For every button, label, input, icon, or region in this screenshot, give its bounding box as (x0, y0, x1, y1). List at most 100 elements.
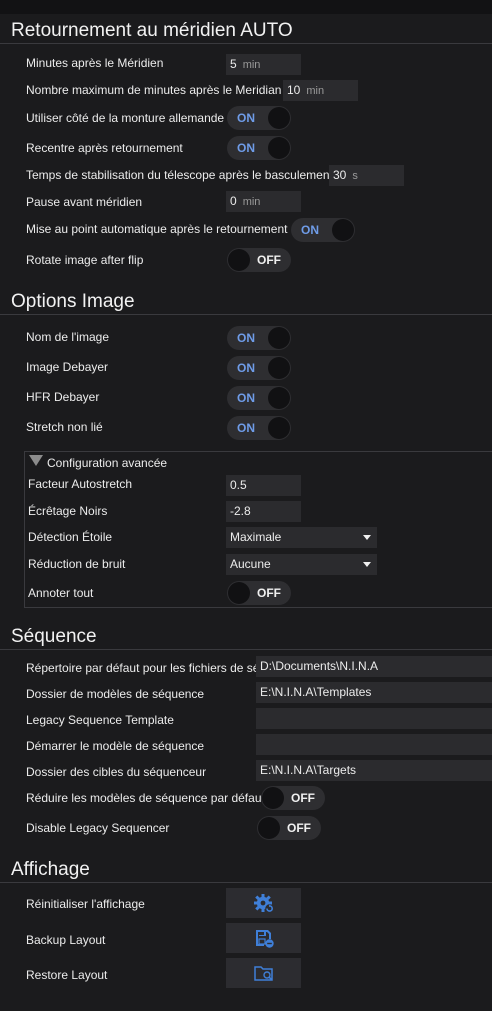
advanced-config-toggle[interactable]: Configuration avancée (47, 456, 167, 470)
pause-value: 0 (230, 194, 237, 208)
settle-input[interactable]: 30 s (329, 165, 404, 186)
toggle-knob (268, 327, 290, 349)
toggle-knob (258, 817, 280, 839)
toggle-knob (268, 137, 290, 159)
pause-input[interactable]: 0 min (226, 191, 301, 212)
toggle-knob (228, 249, 250, 271)
toggle-state: OFF (257, 253, 281, 267)
advanced-group-border (24, 451, 25, 607)
toggle-state: OFF (291, 791, 315, 805)
toggle-state: OFF (257, 586, 281, 600)
rotate-label: Rotate image after flip (26, 253, 144, 267)
toggle-knob (268, 387, 290, 409)
stretch-toggle[interactable]: ON (227, 416, 291, 440)
dropdown-arrow-icon (363, 535, 371, 540)
section-divider (0, 314, 492, 315)
section-divider (0, 43, 492, 44)
toggle-state: ON (237, 331, 255, 345)
unit-label: min (242, 59, 261, 71)
disable-legacy-toggle[interactable]: OFF (257, 816, 321, 840)
backup-layout-button[interactable] (226, 923, 301, 953)
unit-label: s (352, 170, 358, 182)
recenter-toggle[interactable]: ON (227, 136, 291, 160)
disable-legacy-label: Disable Legacy Sequencer (26, 821, 170, 835)
advanced-group-border (24, 451, 492, 452)
toggle-knob (268, 107, 290, 129)
hfr-debayer-toggle[interactable]: ON (227, 386, 291, 410)
settle-value: 30 (333, 168, 347, 182)
use-side-toggle[interactable]: ON (227, 106, 291, 130)
max-minutes-input[interactable]: 10 min (283, 80, 358, 101)
black-clip-label: Écrêtage Noirs (28, 504, 108, 518)
advanced-group-bottom (24, 607, 492, 608)
unit-label: min (242, 196, 261, 208)
toggle-state: ON (237, 141, 255, 155)
noise-reduction-select[interactable]: Aucune (226, 554, 377, 575)
max-minutes-label: Nombre maximum de minutes après le Merid… (26, 83, 282, 97)
start-template-input[interactable] (256, 734, 492, 755)
toggle-state: OFF (287, 821, 311, 835)
section-title-display: Affichage (11, 859, 90, 880)
default-dir-input[interactable]: D:\Documents\N.I.N.A (256, 656, 492, 677)
minutes-after-input[interactable]: 5 min (226, 54, 301, 75)
toggle-state: ON (237, 111, 255, 125)
minutes-after-label: Minutes après le Méridien (26, 56, 164, 70)
restore-layout-button[interactable] (226, 958, 301, 988)
expander-triangle-icon[interactable] (29, 455, 43, 466)
section-title-sequence: Séquence (11, 626, 97, 647)
collapse-templates-label: Réduire les modèles de séquence par défa… (26, 791, 265, 805)
autostretch-label: Facteur Autostretch (28, 477, 133, 491)
gear-refresh-icon (253, 894, 274, 913)
settle-label: Temps de stabilisation du télescope aprè… (26, 168, 333, 182)
collapse-templates-toggle[interactable]: OFF (261, 786, 325, 810)
default-dir-label: Répertoire par défaut pour les fichiers … (26, 661, 256, 675)
legacy-template-label: Legacy Sequence Template (26, 713, 174, 727)
legacy-template-input[interactable] (256, 708, 492, 729)
section-divider (0, 882, 492, 883)
toggle-state: ON (237, 391, 255, 405)
autofocus-toggle[interactable]: ON (291, 218, 355, 242)
image-debayer-toggle[interactable]: ON (227, 356, 291, 380)
autofocus-label: Mise au point automatique après le retou… (26, 222, 288, 236)
annotate-label: Annoter tout (28, 586, 94, 600)
noise-reduction-value: Aucune (230, 557, 271, 571)
hfr-debayer-label: HFR Debayer (26, 390, 100, 404)
noise-reduction-label: Réduction de bruit (28, 557, 126, 571)
reset-layout-button[interactable] (226, 888, 301, 918)
unit-label: min (306, 85, 325, 97)
black-clip-input[interactable]: -2.8 (226, 501, 301, 522)
minutes-after-value: 5 (230, 57, 237, 71)
toggle-knob (262, 787, 284, 809)
dropdown-arrow-icon (363, 562, 371, 567)
targets-label: Dossier des cibles du séquenceur (26, 765, 207, 779)
pause-label: Pause avant méridien (26, 195, 143, 209)
toggle-knob (268, 417, 290, 439)
toggle-knob (268, 357, 290, 379)
star-detection-select[interactable]: Maximale (226, 527, 377, 548)
toggle-knob (332, 219, 354, 241)
section-title-image: Options Image (11, 291, 135, 312)
star-detection-value: Maximale (230, 530, 282, 544)
backup-layout-label: Backup Layout (26, 933, 106, 947)
section-divider (0, 649, 492, 650)
toggle-state: ON (237, 361, 255, 375)
reset-layout-label: Réinitialiser l'affichage (26, 897, 145, 911)
annotate-toggle[interactable]: OFF (227, 581, 291, 605)
autostretch-input[interactable]: 0.5 (226, 475, 301, 496)
toggle-state: ON (301, 223, 319, 237)
templates-label: Dossier de modèles de séquence (26, 687, 205, 701)
targets-input[interactable]: E:\N.I.N.A\Targets (256, 760, 492, 781)
templates-input[interactable]: E:\N.I.N.A\Templates (256, 682, 492, 703)
toggle-knob (228, 582, 250, 604)
max-minutes-value: 10 (287, 83, 301, 97)
image-debayer-label: Image Debayer (26, 360, 109, 374)
restore-layout-label: Restore Layout (26, 968, 108, 982)
rotate-toggle[interactable]: OFF (227, 248, 291, 272)
star-detection-label: Détection Étoile (28, 530, 113, 544)
stretch-label: Stretch non lié (26, 420, 103, 434)
image-name-toggle[interactable]: ON (227, 326, 291, 350)
top-strip (0, 0, 492, 14)
toggle-state: ON (237, 421, 255, 435)
start-template-label: Démarrer le modèle de séquence (26, 739, 205, 753)
image-name-label: Nom de l'image (26, 330, 109, 344)
